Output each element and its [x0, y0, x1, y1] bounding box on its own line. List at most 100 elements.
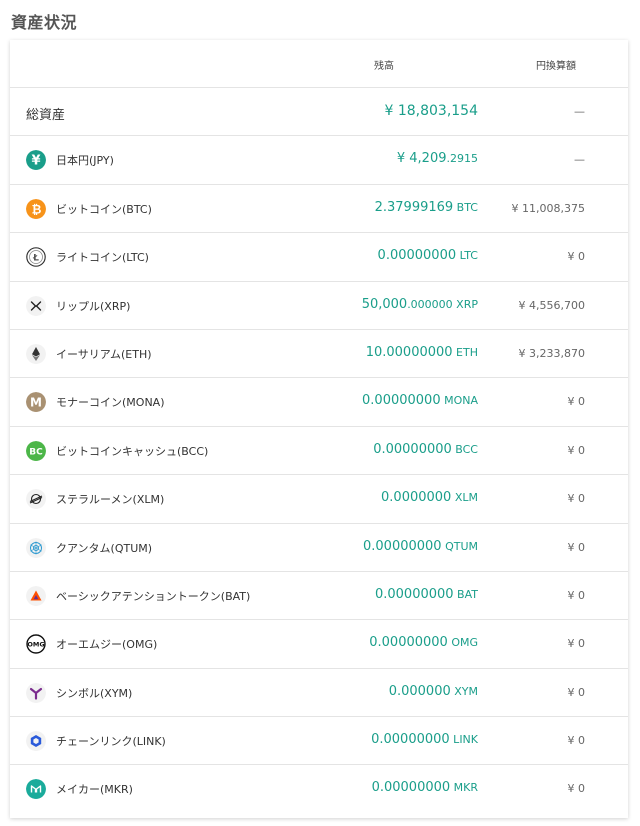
asset-row: イーサリアム(ETH) 10.00000000 ETH ¥ 3,233,870: [10, 330, 628, 378]
asset-name: メイカー(MKR): [56, 781, 133, 797]
chainlink-icon: [26, 731, 46, 751]
table-header: 残高 円換算額: [10, 40, 628, 88]
asset-unit: QTUM: [442, 540, 478, 553]
asset-name: オーエムジー(OMG): [56, 636, 157, 652]
asset-name: リップル(XRP): [56, 298, 130, 314]
asset-name: 日本円(JPY): [56, 152, 114, 168]
xrp-icon: [26, 296, 46, 316]
asset-jpy-value: ¥ 0: [568, 637, 586, 650]
asset-jpy-value: ¥ 11,008,375: [512, 202, 585, 215]
asset-balance-main: 0.00000000: [363, 539, 442, 554]
asset-name: モナーコイン(MONA): [56, 394, 165, 410]
asset-balance-main: 0.00000000: [362, 393, 441, 408]
asset-row: M モナーコイン(MONA) 0.00000000 MONA ¥ 0: [10, 378, 628, 426]
asset-unit: XLM: [451, 491, 478, 504]
asset-row: チェーンリンク(LINK) 0.00000000 LINK ¥ 0: [10, 717, 628, 765]
asset-balance: 2.37999169 BTC: [375, 200, 478, 215]
asset-balance-main: 0.00000000: [375, 587, 454, 602]
asset-name: ビットコインキャッシュ(BCC): [56, 443, 208, 459]
bat-icon: [26, 586, 46, 606]
asset-jpy-value: ¥ 0: [568, 541, 586, 554]
asset-row: シンボル(XYM) 0.000000 XYM ¥ 0: [10, 669, 628, 717]
litecoin-icon: Ł: [26, 247, 46, 267]
asset-balance-main: 0.00000000: [378, 248, 457, 263]
asset-balance: 50,000.000000 XRP: [362, 297, 478, 312]
asset-row: ¥ 日本円(JPY) ¥ 4,209.2915 —: [10, 136, 628, 184]
asset-table: 残高 円換算額 総資産 ¥ 18,803,154 — ¥ 日本円(JPY) ¥ 4,…: [10, 40, 628, 818]
asset-balance-main: 0.00000000: [369, 635, 448, 650]
asset-balance: 0.00000000 BCC: [373, 442, 478, 457]
asset-balance: 0.00000000 MONA: [362, 393, 478, 408]
asset-balance: 0.00000000 LINK: [371, 732, 478, 747]
jpy-value-column-header: 円換算額: [536, 57, 576, 72]
stellar-icon: [26, 489, 46, 509]
asset-balance: 0.0000000 XLM: [381, 490, 478, 505]
asset-jpy-value: ¥ 4,556,700: [519, 299, 585, 312]
asset-row: ステラルーメン(XLM)0.0000000 XLM¥ 0: [10, 475, 628, 523]
asset-balance: 10.00000000 ETH: [366, 345, 478, 360]
asset-balance-main: 0.00000000: [371, 732, 450, 747]
svg-text:OMG: OMG: [27, 641, 44, 649]
asset-balance: 0.000000 XYM: [389, 684, 478, 699]
monacoin-icon: M: [26, 392, 46, 412]
asset-name: イーサリアム(ETH): [56, 346, 152, 362]
asset-unit: OMG: [448, 636, 478, 649]
asset-jpy-value: ¥ 0: [568, 395, 586, 408]
asset-balance: 0.00000000 OMG: [369, 635, 478, 650]
asset-unit: LINK: [450, 733, 478, 746]
asset-balance-main: 0.0000000: [381, 490, 451, 505]
asset-unit: LTC: [456, 249, 478, 262]
asset-name: シンボル(XYM): [56, 685, 132, 701]
asset-name: クアンタム(QTUM): [56, 540, 152, 556]
asset-jpy-value: ¥ 0: [568, 492, 586, 505]
asset-name: ベーシックアテンショントークン(BAT): [56, 588, 250, 604]
asset-jpy-value: ¥ 3,233,870: [519, 347, 585, 360]
asset-row: Łライトコイン(LTC)0.00000000 LTC¥ 0: [10, 233, 628, 281]
qtum-icon: [26, 538, 46, 558]
asset-row: ベーシックアテンショントークン(BAT) 0.00000000 BAT ¥ 0: [10, 572, 628, 620]
asset-balance-main: 10.00000000: [366, 345, 453, 360]
balance-column-header: 残高: [374, 57, 394, 72]
omg-icon: OMG: [26, 634, 46, 654]
asset-unit: XRP: [453, 298, 478, 311]
asset-balance: 0.00000000 QTUM: [363, 539, 478, 554]
asset-balance-main: 2.37999169: [375, 200, 454, 215]
asset-unit: BCC: [452, 443, 478, 456]
svg-text:¥: ¥: [31, 154, 40, 169]
asset-jpy-value: ¥ 0: [568, 734, 586, 747]
asset-row: メイカー(MKR) 0.00000000 MKR ¥ 0: [10, 765, 628, 813]
asset-name: ビットコイン(BTC): [56, 201, 152, 217]
asset-balance: 0.00000000 BAT: [375, 587, 478, 602]
bitcoin-icon: ₿: [26, 199, 46, 219]
asset-row: BCビットコインキャッシュ(BCC)0.00000000 BCC¥ 0: [10, 427, 628, 475]
asset-balance: ¥ 4,209.2915: [397, 151, 478, 166]
asset-unit: MKR: [450, 781, 478, 794]
asset-jpy-value: —: [574, 153, 585, 166]
ethereum-icon: [26, 344, 46, 364]
svg-text:Ł: Ł: [32, 254, 39, 264]
asset-balance-fraction: .000000: [407, 298, 453, 311]
symbol-icon: [26, 683, 46, 703]
asset-balance-main: 0.00000000: [372, 780, 451, 795]
page-title: 資産状況: [11, 9, 77, 33]
svg-text:BC: BC: [29, 447, 43, 457]
total-assets-row: 総資産 ¥ 18,803,154 —: [10, 88, 628, 136]
asset-unit: XYM: [451, 685, 478, 698]
asset-jpy-value: ¥ 0: [568, 782, 586, 795]
asset-balance: 0.00000000 LTC: [378, 248, 478, 263]
total-assets-jpy: —: [574, 105, 585, 118]
asset-balance-main: 50,000: [362, 297, 408, 312]
total-assets-label: 総資産: [26, 104, 65, 123]
asset-balance-main: 0.000000: [389, 684, 451, 699]
asset-jpy-value: ¥ 0: [568, 589, 586, 602]
maker-icon: [26, 779, 46, 799]
asset-unit: BAT: [454, 588, 478, 601]
asset-jpy-value: ¥ 0: [568, 686, 586, 699]
bitcoin-cash-icon: BC: [26, 441, 46, 461]
asset-name: ライトコイン(LTC): [56, 249, 149, 265]
asset-name: チェーンリンク(LINK): [56, 733, 166, 749]
asset-row: ₿ ビットコイン(BTC) 2.37999169 BTC ¥ 11,008,375: [10, 185, 628, 233]
asset-unit: MONA: [441, 394, 478, 407]
asset-balance-main: ¥ 4,209: [397, 151, 447, 166]
asset-balance-main: 0.00000000: [373, 442, 452, 457]
